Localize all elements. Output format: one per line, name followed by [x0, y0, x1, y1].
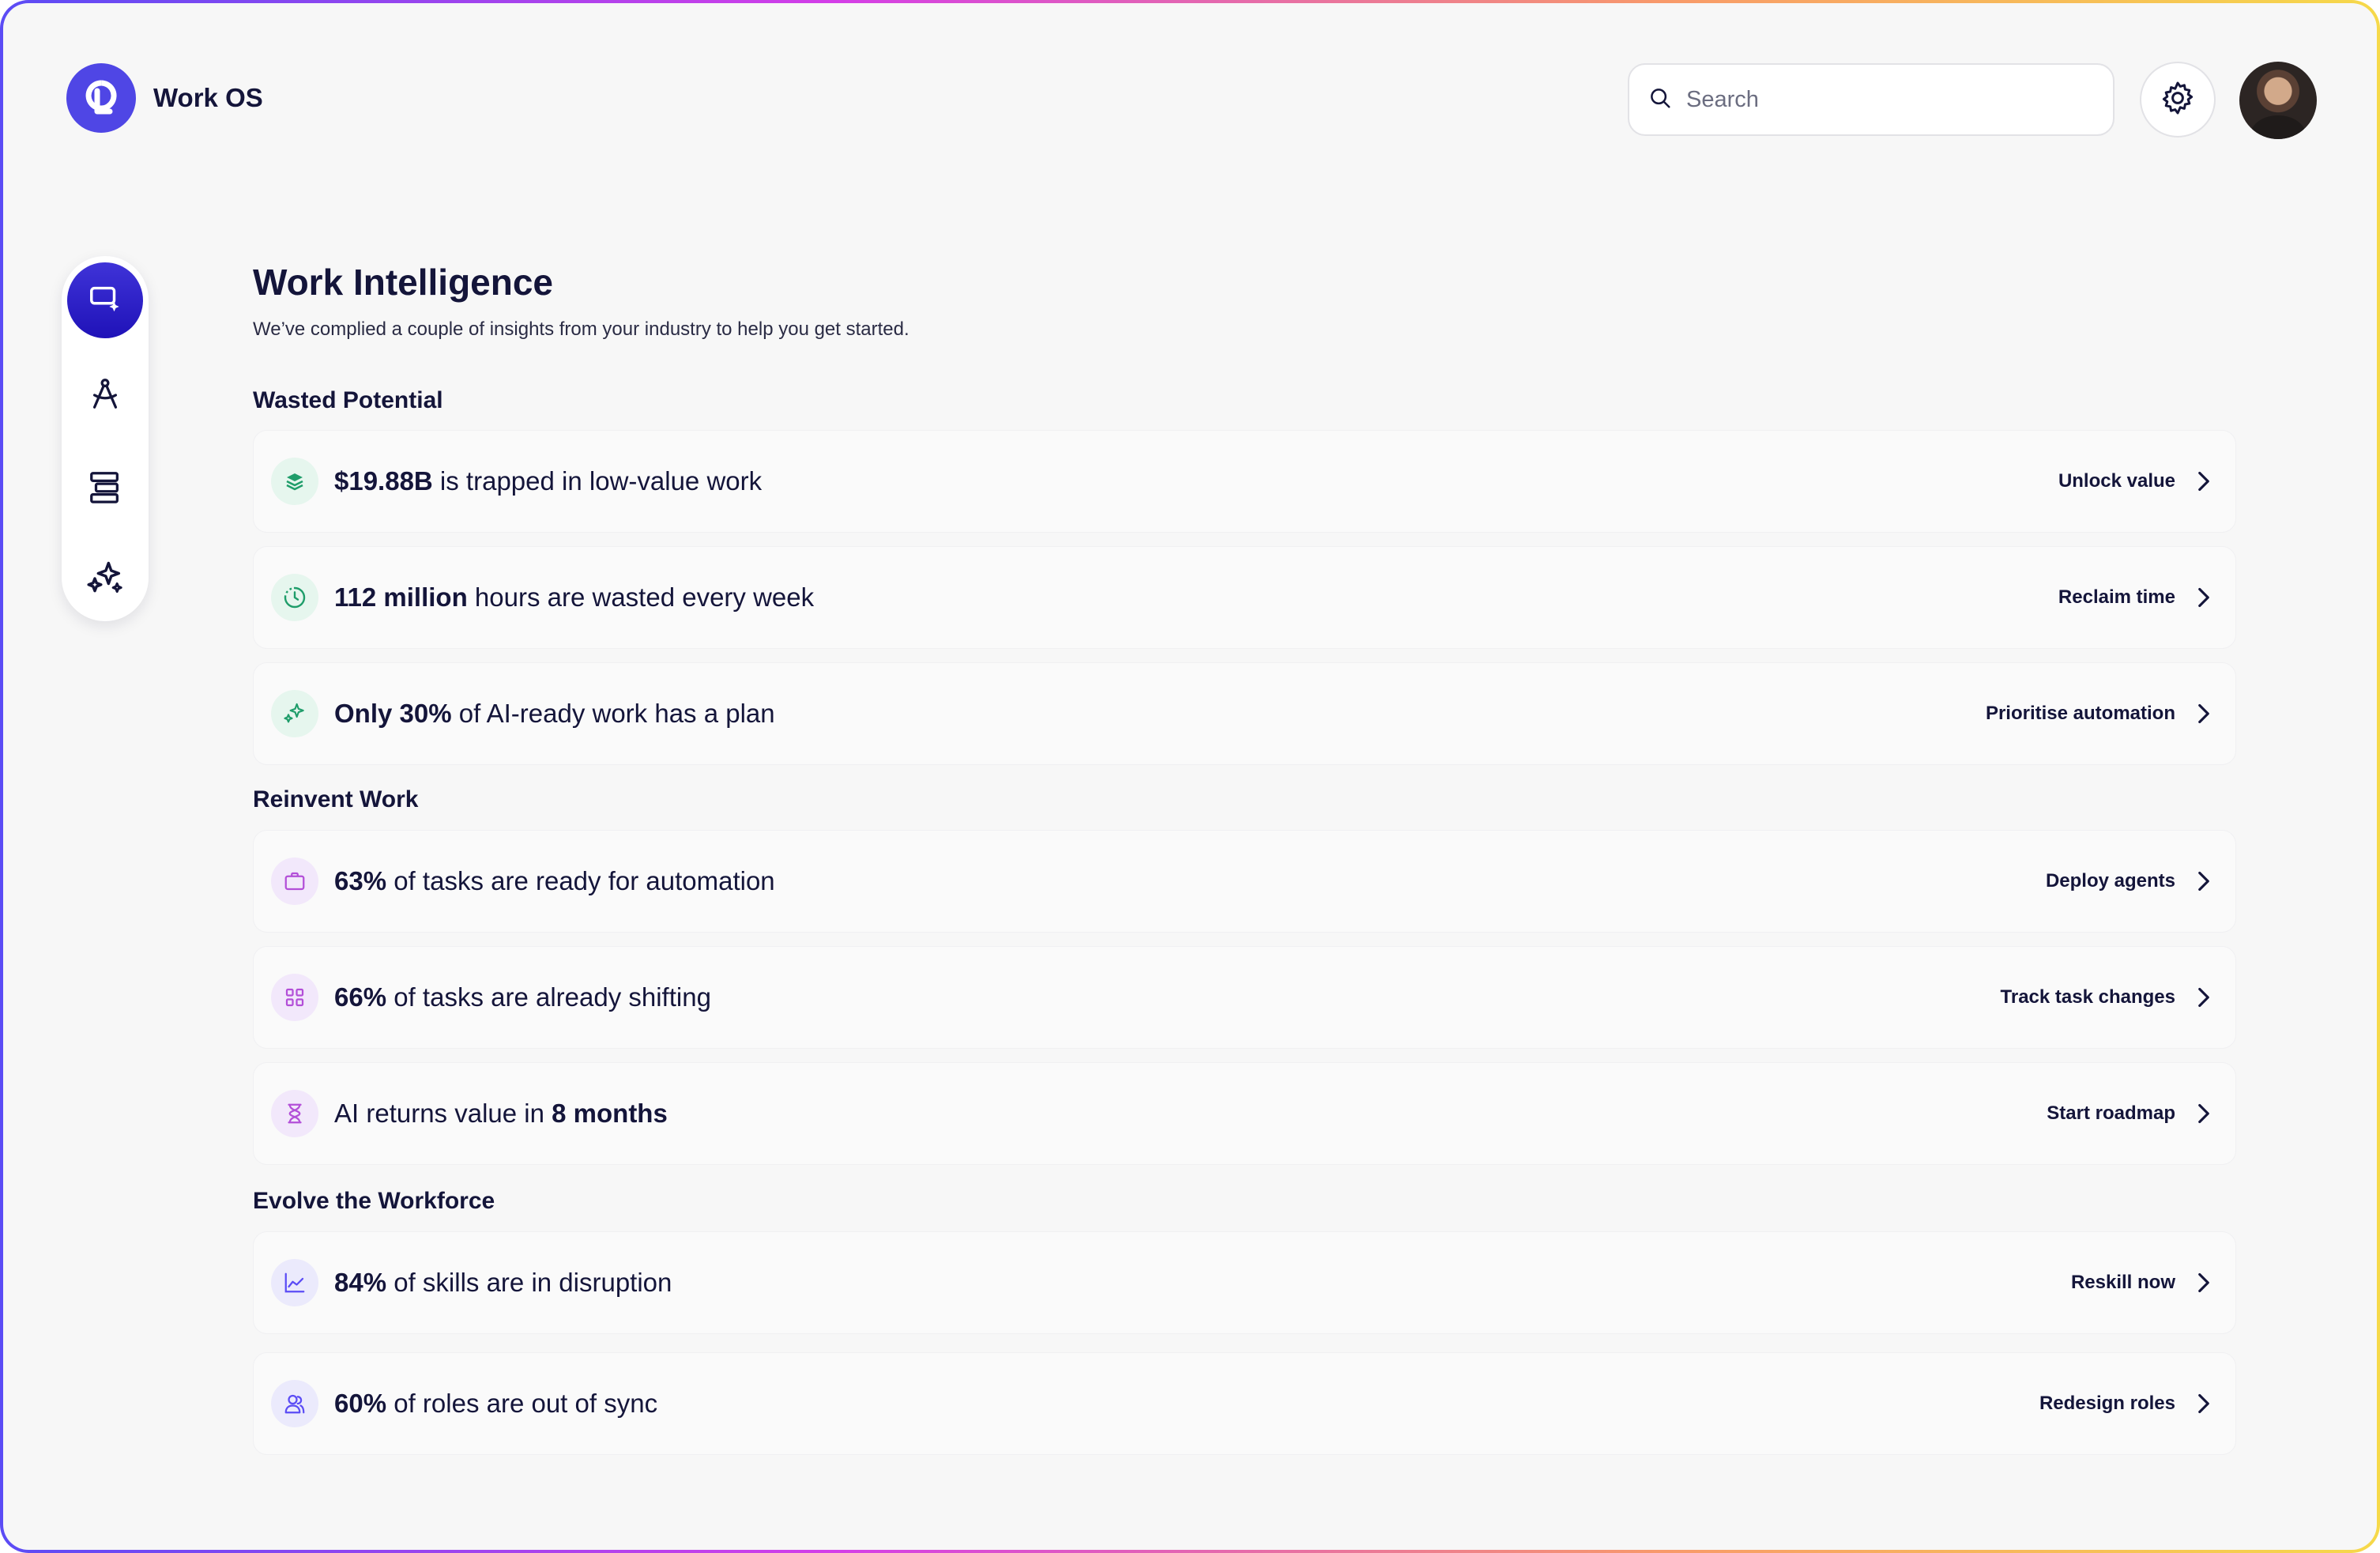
- grid-icon: [271, 974, 318, 1021]
- insight-card[interactable]: 112 million hours are wasted every week …: [253, 546, 2236, 649]
- chevron-right-icon: [2196, 1272, 2212, 1294]
- user-avatar[interactable]: [2239, 62, 2317, 139]
- section-title: Evolve the Workforce: [253, 1188, 495, 1214]
- chevron-right-icon: [2196, 986, 2212, 1008]
- insight-card[interactable]: 84% of skills are in disruption Reskill …: [253, 1231, 2236, 1334]
- insight-text: 66% of tasks are already shifting: [334, 982, 711, 1012]
- chart-icon: [271, 1259, 318, 1306]
- sparkles-icon: [271, 690, 318, 737]
- start-roadmap-link[interactable]: Start roadmap: [2047, 1103, 2175, 1125]
- sidebar-rail: [62, 256, 149, 621]
- insight-card[interactable]: AI returns value in 8 months Start roadm…: [253, 1062, 2236, 1165]
- screen-sparkle-icon: [87, 281, 123, 321]
- sidebar-item-work-intelligence[interactable]: [67, 262, 143, 338]
- insight-card[interactable]: 60% of roles are out of sync Redesign ro…: [253, 1352, 2236, 1455]
- chevron-right-icon: [2196, 703, 2212, 725]
- insight-text: 60% of roles are out of sync: [334, 1389, 658, 1418]
- search-box[interactable]: [1628, 63, 2115, 136]
- users-icon: [271, 1380, 318, 1427]
- search-icon: [1648, 86, 1672, 114]
- unlock-value-link[interactable]: Unlock value: [2058, 470, 2175, 492]
- gear-icon: [2159, 79, 2197, 121]
- sidebar-item-compass[interactable]: [67, 357, 143, 433]
- track-task-changes-link[interactable]: Track task changes: [2001, 986, 2175, 1008]
- compass-icon: [87, 375, 123, 416]
- insight-text: Only 30% of AI-ready work has a plan: [334, 699, 775, 728]
- insight-text: 112 million hours are wasted every week: [334, 582, 815, 612]
- insight-text: 84% of skills are in disruption: [334, 1268, 672, 1297]
- chevron-right-icon: [2196, 870, 2212, 892]
- reskill-now-link[interactable]: Reskill now: [2071, 1272, 2175, 1294]
- insight-card[interactable]: 66% of tasks are already shifting Track …: [253, 946, 2236, 1049]
- insight-card[interactable]: Only 30% of AI-ready work has a plan Pri…: [253, 662, 2236, 765]
- sparkles-icon: [85, 558, 126, 603]
- sidebar-item-ai-sparkles[interactable]: [67, 542, 143, 618]
- chevron-right-icon: [2196, 1103, 2212, 1125]
- page-title: Work Intelligence: [253, 262, 554, 303]
- insight-card[interactable]: $19.88B is trapped in low-value work Unl…: [253, 430, 2236, 533]
- section-title: Wasted Potential: [253, 387, 443, 413]
- clock-icon: [271, 574, 318, 621]
- stacked-blocks-icon: [87, 469, 123, 509]
- insight-text: 63% of tasks are ready for automation: [334, 866, 775, 895]
- layers-icon: [271, 458, 318, 505]
- insight-card[interactable]: 63% of tasks are ready for automation De…: [253, 830, 2236, 933]
- brand-name: Work OS: [153, 83, 263, 112]
- search-input[interactable]: [1685, 85, 2099, 114]
- hourglass-icon: [271, 1090, 318, 1137]
- app-frame: Work OS Search Work Intelligence We’ve c…: [0, 0, 2380, 1553]
- settings-button[interactable]: [2140, 62, 2216, 138]
- app-window: Work OS Search Work Intelligence We’ve c…: [3, 3, 2377, 1550]
- chevron-right-icon: [2196, 470, 2212, 492]
- logo-icon[interactable]: [66, 63, 136, 133]
- reclaim-time-link[interactable]: Reclaim time: [2058, 586, 2175, 609]
- prioritise-automation-link[interactable]: Prioritise automation: [1986, 703, 2175, 725]
- chevron-right-icon: [2196, 586, 2212, 609]
- section-title: Reinvent Work: [253, 786, 419, 812]
- deploy-agents-link[interactable]: Deploy agents: [2046, 870, 2175, 892]
- insight-text: $19.88B is trapped in low-value work: [334, 466, 763, 496]
- chevron-right-icon: [2196, 1393, 2212, 1415]
- briefcase-icon: [271, 858, 318, 905]
- insight-text: AI returns value in 8 months: [334, 1099, 668, 1128]
- sidebar-item-org-structure[interactable]: [67, 450, 143, 526]
- page-subtitle: We’ve complied a couple of insights from…: [253, 319, 909, 340]
- redesign-roles-link[interactable]: Redesign roles: [2039, 1393, 2175, 1415]
